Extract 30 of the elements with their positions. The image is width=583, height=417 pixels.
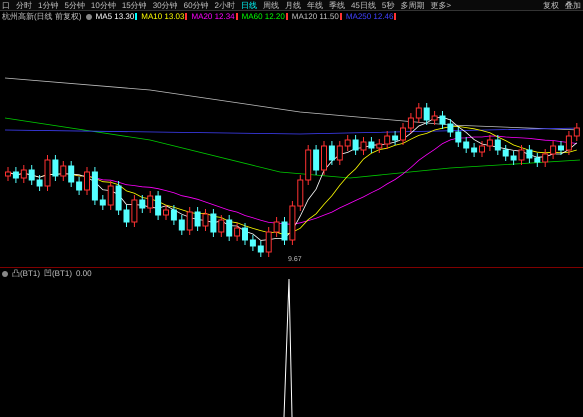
moving-average-value: MA120 11.50 — [292, 11, 339, 22]
period-tab[interactable]: 周线 — [262, 0, 279, 10]
moving-average-value: MA250 12.46 — [346, 11, 394, 22]
moving-average-value: MA10 13.03 — [141, 11, 184, 22]
period-tab[interactable]: 45日线 — [350, 0, 376, 10]
moving-average-value: MA20 12.34 — [191, 11, 235, 22]
period-tab[interactable]: 分时 — [16, 0, 32, 10]
period-tab[interactable]: 2小时 — [214, 0, 235, 10]
moving-average-value: MA60 12.20 — [242, 11, 285, 22]
period-tab[interactable]: 年线 — [306, 0, 323, 10]
period-tab[interactable]: 1分钟 — [38, 0, 58, 10]
indicator-value: 0.00 — [76, 268, 92, 279]
period-tab[interactable]: 30分钟 — [152, 0, 178, 10]
period-tab[interactable]: 60分钟 — [184, 0, 209, 10]
moving-average-value: MA5 13.30 — [96, 11, 134, 22]
chart-title: 杭州高新(日线 前复权) — [2, 11, 82, 22]
period-tab[interactable]: 15分钟 — [122, 0, 147, 10]
period-tab[interactable]: 5分钟 — [64, 0, 85, 10]
indicator-series-label: 凹(BT1) — [44, 268, 72, 279]
period-tab[interactable]: 月线 — [284, 0, 301, 10]
indicator-title: 凸(BT1) — [12, 268, 40, 279]
toolbar-button[interactable]: 复权 — [543, 0, 559, 10]
period-tab[interactable]: 季线 — [328, 0, 345, 10]
period-tab[interactable]: 多周期 — [400, 0, 424, 10]
period-tab[interactable]: 更多> — [430, 0, 452, 10]
toolbar-button[interactable]: 叠加 — [565, 0, 581, 10]
period-tab[interactable]: 5秒 — [382, 0, 394, 10]
period-tab[interactable]: 口 — [2, 0, 10, 10]
period-tab[interactable]: 10分钟 — [90, 0, 116, 10]
period-tab[interactable]: 日线 — [240, 0, 257, 10]
